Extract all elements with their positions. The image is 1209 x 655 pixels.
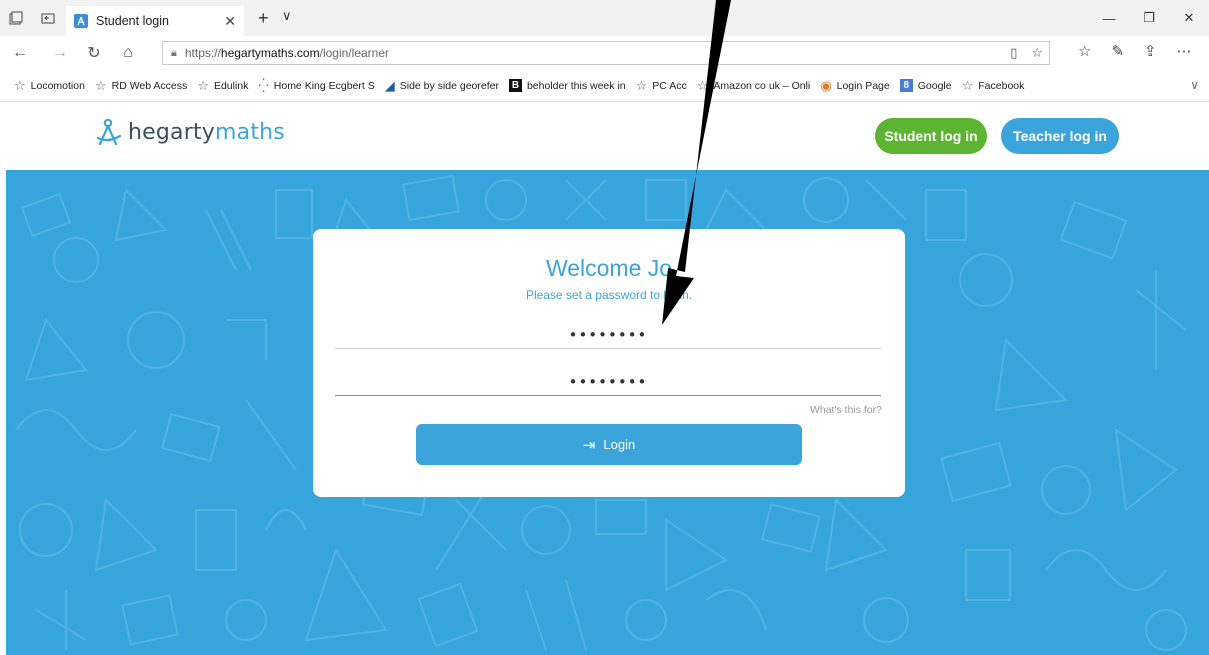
share-icon[interactable]: ⇪ bbox=[1144, 42, 1157, 60]
browser-toolbar: ☆ ✎ ⇪ ⋯ bbox=[1078, 42, 1192, 60]
refresh-icon[interactable]: ↻ bbox=[80, 40, 108, 66]
dots-icon: ⁛ bbox=[258, 77, 269, 93]
pen-icon[interactable]: ✎ bbox=[1111, 42, 1124, 60]
favorite-item[interactable]: ☆ RD Web Access bbox=[95, 78, 187, 94]
login-button[interactable]: ⇥ Login bbox=[416, 424, 802, 465]
lock-icon: 🔒︎ bbox=[171, 46, 177, 59]
confirm-password-input[interactable] bbox=[335, 368, 881, 396]
globe-icon: ◉ bbox=[820, 77, 832, 93]
minimize-icon[interactable]: — bbox=[1089, 0, 1129, 36]
favorites-overflow-chevron-icon[interactable]: ∨ bbox=[1190, 78, 1199, 92]
tab-menu-chevron-icon[interactable]: ∨ bbox=[282, 8, 292, 24]
star-icon: ☆ bbox=[696, 77, 709, 93]
compass-logo-icon bbox=[96, 118, 122, 146]
favorite-item[interactable]: ☆ Edulink bbox=[197, 78, 248, 94]
welcome-heading: Welcome Jo bbox=[545, 255, 673, 281]
login-subtitle: Please set a password to login. bbox=[525, 288, 693, 302]
star-icon: ☆ bbox=[635, 77, 648, 93]
reading-view-icon[interactable]: ▯ bbox=[1010, 45, 1017, 61]
login-card: Welcome Jo Please set a password to logi… bbox=[313, 229, 905, 497]
favorite-item[interactable]: ☆ Facebook bbox=[962, 78, 1025, 94]
forward-icon[interactable]: → bbox=[46, 40, 74, 66]
favorites-hub-icon[interactable]: ☆ bbox=[1078, 42, 1091, 60]
browser-tab[interactable]: Student login ✕ bbox=[66, 6, 244, 36]
logo-text: hegartymaths bbox=[128, 119, 285, 145]
teacher-login-button[interactable]: Teacher log in bbox=[1001, 118, 1119, 154]
favorite-item[interactable]: 8 Google bbox=[899, 79, 952, 92]
home-icon[interactable]: ⌂ bbox=[114, 40, 142, 66]
whats-this-for-link[interactable]: What's this for? bbox=[810, 404, 882, 416]
sign-in-icon: ⇥ bbox=[582, 436, 596, 454]
favorite-item[interactable]: Bbeholder this week in bbox=[508, 79, 626, 92]
restore-icon[interactable]: ❐ bbox=[1129, 0, 1169, 36]
star-icon: ☆ bbox=[197, 77, 209, 93]
star-icon: ☆ bbox=[14, 77, 26, 93]
favorite-item[interactable]: ☆ Locomotion bbox=[14, 78, 85, 94]
site-header: hegartymaths Student log in Teacher log … bbox=[0, 102, 1209, 170]
tab-actions-icon[interactable] bbox=[0, 0, 32, 36]
favorite-item[interactable]: ☆ PC Acc bbox=[636, 78, 687, 94]
more-icon[interactable]: ⋯ bbox=[1177, 42, 1192, 60]
star-icon: ☆ bbox=[94, 77, 107, 93]
browser-nav-bar: ← → ↻ ⌂ 🔒︎ https://hegartymaths.com/logi… bbox=[0, 36, 1209, 70]
favorite-star-icon[interactable]: ☆ bbox=[1031, 45, 1043, 61]
tab-close-icon[interactable]: ✕ bbox=[224, 13, 236, 30]
back-icon[interactable]: ← bbox=[6, 40, 34, 66]
hegartymaths-favicon bbox=[74, 14, 88, 28]
login-button-label: Login bbox=[603, 437, 636, 452]
window-close-icon[interactable]: ✕ bbox=[1169, 0, 1209, 36]
new-password-input[interactable] bbox=[335, 321, 881, 349]
student-login-button[interactable]: Student log in bbox=[875, 118, 987, 154]
b-icon: B bbox=[508, 79, 522, 92]
favorite-item[interactable]: ◉ Login Page bbox=[820, 78, 889, 94]
star-icon: ☆ bbox=[961, 77, 974, 93]
browser-tab-bar: Student login ✕ + ∨ — ❐ ✕ bbox=[0, 0, 1209, 36]
tab-title: Student login bbox=[96, 14, 169, 28]
favorites-bar: ☆ Locomotion ☆ RD Web Access ☆ Edulink ⁛ Hom… bbox=[0, 70, 1209, 102]
new-tab-icon[interactable]: + bbox=[258, 8, 269, 29]
favorite-item[interactable]: ◢ Side by side georefer bbox=[385, 78, 499, 94]
address-bar[interactable]: 🔒︎ https://hegartymaths.com/login/learne… bbox=[162, 41, 1050, 65]
shark-icon: ◢ bbox=[384, 77, 395, 93]
favorite-item[interactable]: ☆ Amazon co uk – Onli bbox=[697, 78, 811, 94]
set-tabs-aside-icon[interactable] bbox=[32, 0, 64, 36]
hegartymaths-logo[interactable]: hegartymaths bbox=[96, 118, 285, 146]
favorite-item[interactable]: ⁛ Home King Ecgbert S bbox=[258, 78, 374, 94]
window-controls: — ❐ ✕ bbox=[1089, 0, 1209, 36]
address-url: https://hegartymaths.com/login/learner bbox=[184, 46, 389, 60]
google-icon: 8 bbox=[899, 79, 913, 92]
